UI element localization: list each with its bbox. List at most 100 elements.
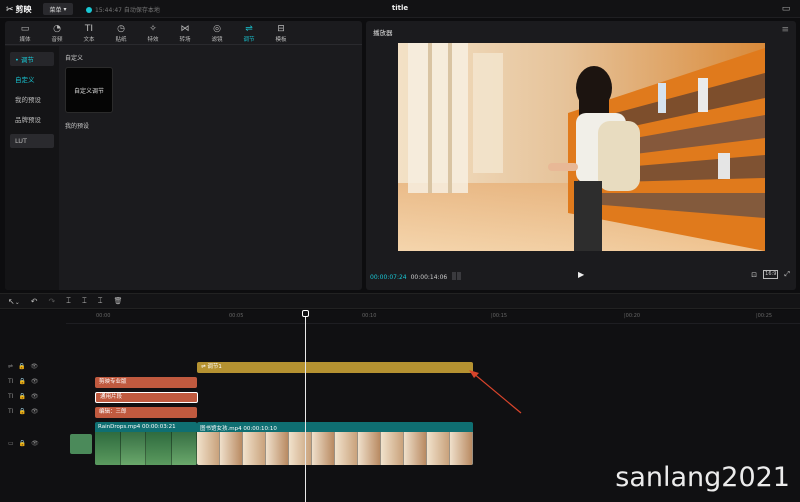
- autosave-status: 15:44:47 自动保存本地: [86, 5, 160, 14]
- capcut-logo-icon: ✂: [6, 4, 14, 15]
- tab-label: 音频: [51, 36, 63, 43]
- tab-sticker[interactable]: ◷ 贴纸: [105, 21, 137, 45]
- timeline-toolbar: ↖⌄ ↶ ↷ ⌶ ⌶ ⌶ 🗑: [0, 293, 800, 309]
- track-header-text: TI 🔒 👁: [8, 408, 39, 415]
- annotation-arrow: [469, 370, 522, 414]
- tab-effects[interactable]: ✧ 特效: [137, 21, 169, 45]
- tab-adjust[interactable]: ⇌ 调节: [233, 21, 265, 45]
- playhead-handle[interactable]: [302, 310, 309, 317]
- player-controls-right: ⊡ 16:9 ⤢: [751, 270, 790, 279]
- text-track-icon: TI: [8, 408, 14, 415]
- title-bar: ✂ 剪映 菜单 ▾ 15:44:47 自动保存本地 title ▭: [0, 0, 800, 18]
- playback-time: 00:00:07:24 00:00:14:06: [370, 272, 462, 282]
- menu-button[interactable]: 菜单 ▾: [43, 3, 73, 15]
- sidebar-item-lut[interactable]: LUT: [10, 134, 54, 148]
- fullscreen-icon[interactable]: ⤢: [784, 270, 790, 279]
- current-time: 00:00:07:24: [370, 273, 407, 281]
- undo-icon[interactable]: ↶: [31, 297, 38, 306]
- tab-filter[interactable]: ◎ 滤镜: [201, 21, 233, 45]
- player-menu-icon[interactable]: ≡: [781, 25, 789, 35]
- video-clip-label: 图书馆女孩.mp4 00:00:10:10: [200, 426, 277, 432]
- category-toolbar: ▭ 媒体 ◔ 音频 TI 文本 ◷ 贴纸 ✧ 特效 ⋈ 转场 ◎ 滤镜 ⇌ 调节 ⊟ 模板: [5, 21, 362, 45]
- materials-panel: ▭ 媒体 ◔ 音频 TI 文本 ◷ 贴纸 ✧ 特效 ⋈ 转场 ◎ 滤镜 ⇌ 调节 ⊟ 模板 • 调节 自定义 我的…: [5, 21, 362, 290]
- lock-icon[interactable]: 🔒: [18, 393, 25, 400]
- text-clip[interactable]: 剪映专业版: [95, 377, 197, 388]
- play-button[interactable]: ▶: [578, 270, 584, 279]
- tab-label: 媒体: [19, 36, 31, 43]
- sidebar-item-adjust[interactable]: • 调节: [10, 52, 54, 66]
- tab-label: 滤镜: [211, 36, 223, 43]
- tab-transition[interactable]: ⋈ 转场: [169, 21, 201, 45]
- media-icon: ▭: [20, 23, 30, 34]
- tick-label: |00:20: [624, 313, 641, 319]
- adjust-clip-label: 调节1: [207, 364, 222, 370]
- tab-template[interactable]: ⊟ 模板: [265, 21, 297, 45]
- split-icon[interactable]: ⌶: [66, 296, 71, 306]
- text-track-icon: TI: [8, 378, 14, 385]
- app-logo: ✂ 剪映: [6, 4, 32, 15]
- sidebar-item-custom[interactable]: 自定义: [10, 72, 54, 86]
- effects-icon: ✧: [149, 23, 157, 34]
- video-frames: [95, 432, 197, 465]
- video-clip-raindrops[interactable]: RainDrops.mp4 00:00:03:21: [95, 422, 197, 465]
- eye-icon[interactable]: 👁: [31, 363, 39, 370]
- transition-icon: ⋈: [180, 23, 190, 34]
- timecode-toggle-icon[interactable]: [451, 272, 462, 282]
- video-clip-label: RainDrops.mp4 00:00:03:21: [98, 424, 176, 430]
- playhead-line[interactable]: [305, 310, 306, 502]
- time-ruler[interactable]: 00:00 00:05 00:10 |00:15 |00:20 |00:25: [66, 310, 800, 324]
- video-track-icon: ▭: [8, 440, 14, 447]
- tick-label: 00:10: [362, 313, 377, 319]
- video-preview[interactable]: [398, 43, 765, 251]
- text-clip[interactable]: 编辑：三郎: [95, 407, 197, 418]
- lock-icon[interactable]: 🔒: [18, 408, 25, 415]
- track-header-text: TI 🔒 👁: [8, 378, 39, 385]
- template-icon: ⊟: [277, 23, 285, 34]
- tab-text[interactable]: TI 文本: [73, 21, 105, 45]
- sidebar-item-brand-presets[interactable]: 品牌预设: [10, 112, 54, 126]
- section-my-presets-title: 我的预设: [65, 123, 90, 130]
- tab-audio[interactable]: ◔ 音频: [41, 21, 73, 45]
- autosave-text: 15:44:47 自动保存本地: [95, 7, 160, 14]
- eye-icon[interactable]: 👁: [31, 440, 39, 447]
- watermark-text: sanlang2021: [615, 462, 790, 493]
- video-frames: [197, 432, 473, 465]
- split-right-icon[interactable]: ⌶: [98, 296, 103, 306]
- custom-adjust-card[interactable]: 自定义调节: [65, 67, 113, 113]
- track-header-text: TI 🔒 👁: [8, 393, 39, 400]
- tab-label: 贴纸: [115, 36, 127, 43]
- text-icon: TI: [84, 23, 94, 34]
- video-clip-library-girl[interactable]: 图书馆女孩.mp4 00:00:10:10: [197, 422, 473, 465]
- tick-label: |00:15: [491, 313, 508, 319]
- select-tool-icon[interactable]: ↖⌄: [8, 297, 20, 306]
- tab-label: 调节: [243, 36, 255, 43]
- app-name: 剪映: [15, 5, 32, 14]
- adjust-track-icon: ⇌: [8, 363, 14, 370]
- menu-label: 菜单: [49, 6, 62, 14]
- adjust-content: 自定义 自定义调节 我的预设: [65, 53, 113, 130]
- lock-icon[interactable]: 🔒: [18, 378, 25, 385]
- lock-icon[interactable]: 🔒: [18, 363, 25, 370]
- eye-icon[interactable]: 👁: [31, 393, 39, 400]
- cover-thumbnail[interactable]: [70, 434, 92, 454]
- sidebar-item-my-presets[interactable]: 我的预设: [10, 92, 54, 106]
- eye-icon[interactable]: 👁: [31, 378, 39, 385]
- eye-icon[interactable]: 👁: [31, 408, 39, 415]
- lock-icon[interactable]: 🔒: [19, 440, 26, 447]
- delete-icon[interactable]: 🗑: [114, 297, 123, 305]
- tick-label: 00:05: [229, 313, 244, 319]
- split-left-icon[interactable]: ⌶: [82, 296, 87, 306]
- window-maximize-icon[interactable]: ▭: [780, 3, 792, 15]
- adjust-clip[interactable]: ⇌ 调节1: [197, 362, 473, 373]
- tab-label: 特效: [147, 36, 159, 43]
- screenshot-icon[interactable]: ⊡: [751, 271, 757, 279]
- redo-icon[interactable]: ↷: [48, 297, 55, 306]
- aspect-ratio-button[interactable]: 16:9: [763, 270, 779, 279]
- player-panel: 播放器 ≡ 00:00:07:24 00:00:14:06 ▶ ⊡ 16:9 ⤢: [366, 21, 796, 290]
- sticker-icon: ◷: [117, 23, 125, 34]
- save-status-icon: [86, 6, 92, 13]
- track-header-adjust: ⇌ 🔒 👁: [8, 363, 38, 370]
- text-clip-selected[interactable]: 通用片段: [95, 392, 198, 403]
- tab-media[interactable]: ▭ 媒体: [9, 21, 41, 45]
- library-girl-frame: [398, 43, 765, 251]
